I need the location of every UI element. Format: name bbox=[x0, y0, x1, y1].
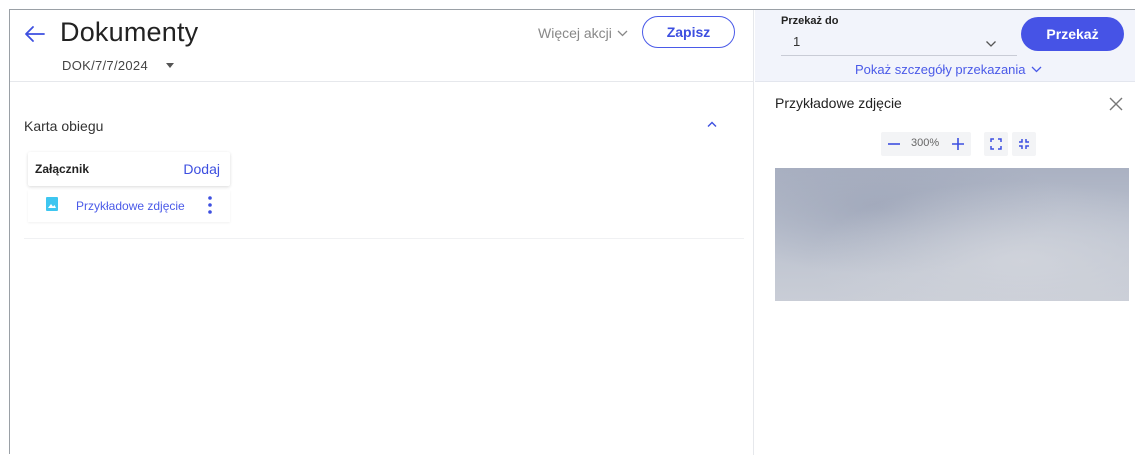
minus-icon[interactable] bbox=[887, 137, 901, 151]
expand-button[interactable] bbox=[984, 132, 1008, 156]
chevron-up-icon[interactable] bbox=[706, 120, 718, 128]
more-actions-button[interactable]: Więcej akcji bbox=[538, 25, 628, 41]
shrink-icon bbox=[1019, 139, 1029, 149]
expand-icon bbox=[990, 138, 1002, 150]
file-name-link[interactable]: Przykładowe zdjęcie bbox=[76, 199, 185, 213]
document-number[interactable]: DOK/7/7/2024 bbox=[62, 58, 148, 73]
page-title: Dokumenty bbox=[60, 17, 199, 47]
details-link-label: Pokaż szczegóły przekazania bbox=[855, 62, 1026, 77]
plus-icon[interactable] bbox=[951, 137, 965, 151]
forward-select[interactable]: 1 bbox=[793, 34, 800, 49]
forward-label: Przekaż do bbox=[781, 15, 839, 27]
zoom-level: 300% bbox=[911, 137, 940, 149]
section-title: Karta obiegu bbox=[24, 118, 104, 134]
back-arrow-icon[interactable] bbox=[22, 20, 46, 48]
chevron-down-icon bbox=[1031, 66, 1041, 73]
chevron-down-icon[interactable] bbox=[985, 40, 997, 48]
save-button[interactable]: Zapisz bbox=[642, 16, 735, 48]
zoom-control: 300% bbox=[881, 132, 971, 156]
select-underline bbox=[781, 55, 1017, 56]
divider bbox=[24, 238, 744, 239]
preview-title: Przykładowe zdjęcie bbox=[775, 95, 902, 111]
forward-button[interactable]: Przekaż bbox=[1021, 17, 1124, 51]
document-panel: Dokumenty DOK/7/7/2024 Więcej akcji Zapi… bbox=[10, 10, 754, 455]
attachment-label: Załącznik bbox=[35, 162, 90, 176]
chevron-down-icon bbox=[617, 30, 628, 36]
attachment-card-header: Załącznik Dodaj bbox=[28, 152, 230, 186]
image-file-icon bbox=[46, 197, 58, 211]
add-attachment-button[interactable]: Dodaj bbox=[183, 161, 220, 177]
caret-down-icon[interactable] bbox=[166, 63, 174, 69]
shrink-button[interactable] bbox=[1012, 132, 1036, 156]
list-item[interactable]: Przykładowe zdjęcie bbox=[28, 190, 230, 222]
document-header: Dokumenty DOK/7/7/2024 Więcej akcji Zapi… bbox=[10, 10, 754, 82]
preview-image bbox=[775, 168, 1129, 301]
more-actions-label: Więcej akcji bbox=[538, 25, 612, 41]
close-icon[interactable] bbox=[1109, 97, 1123, 111]
more-vertical-icon[interactable] bbox=[206, 195, 214, 215]
forward-bar: Przekaż do 1 Przekaż Pokaż szczegóły prz… bbox=[755, 10, 1135, 82]
app-frame: Dokumenty DOK/7/7/2024 Więcej akcji Zapi… bbox=[9, 9, 1135, 455]
side-panel: Przekaż do 1 Przekaż Pokaż szczegóły prz… bbox=[755, 10, 1135, 455]
show-details-link[interactable]: Pokaż szczegóły przekazania bbox=[855, 62, 1042, 77]
